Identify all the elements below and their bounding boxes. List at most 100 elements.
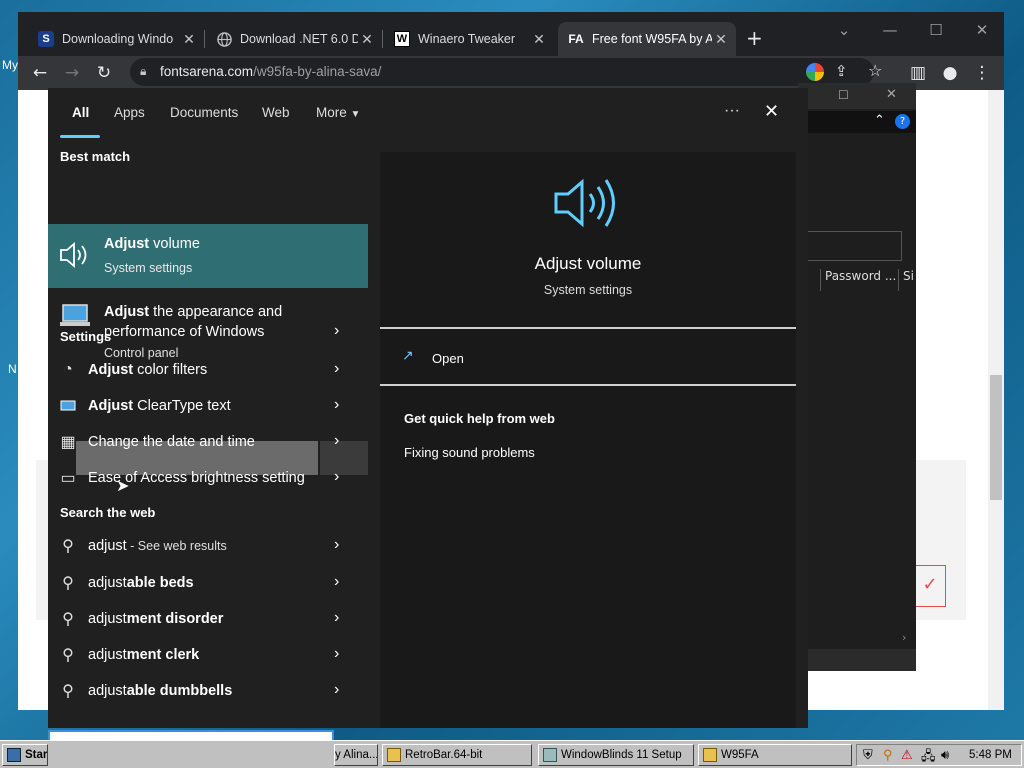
lock-icon[interactable]: 🔒︎ xyxy=(140,64,146,79)
profile-icon[interactable]: ● xyxy=(938,61,962,85)
match-bold: Adjust xyxy=(104,236,150,252)
scrollbar-thumb[interactable] xyxy=(990,375,1002,500)
tab-more-label: More xyxy=(316,105,347,120)
query-plain: adjust xyxy=(88,611,127,627)
minimize-icon[interactable]: — xyxy=(867,16,913,44)
warning-icon[interactable]: ⚠ xyxy=(901,747,913,763)
match-rest: ClearType text xyxy=(133,398,231,414)
tab-web[interactable]: Web xyxy=(262,105,290,120)
desktop-icon-label[interactable]: N xyxy=(8,362,17,376)
chevron-right-icon[interactable]: › xyxy=(334,681,339,699)
result-label: Adjust ClearType text xyxy=(88,398,231,414)
address-bar[interactable]: 🔒︎ fontsarena.com/w95fa-by-alina-sava/ ⇪… xyxy=(130,58,882,86)
network-icon[interactable]: 🖧︎ xyxy=(921,747,936,768)
clock[interactable]: 5:48 PM xyxy=(969,749,1012,761)
taskbar-item-label: W95FA xyxy=(721,749,759,761)
start-button[interactable]: Start xyxy=(2,744,48,766)
result-label: adjustable dumbbells xyxy=(88,683,232,699)
chevron-right-icon[interactable]: › xyxy=(334,322,339,340)
share-icon[interactable]: ⇪ xyxy=(835,62,848,80)
result-color-filters[interactable]: ◔ Adjust color filters › xyxy=(48,353,368,387)
more-options-icon[interactable]: ··· xyxy=(724,102,740,120)
tab-all[interactable]: All xyxy=(72,105,89,120)
chevron-right-icon[interactable]: › xyxy=(334,396,339,414)
shield-icon[interactable]: ⛨ xyxy=(863,747,873,763)
web-result[interactable]: ⚲ adjustment clerk › xyxy=(48,638,368,672)
browser-tab[interactable]: S Downloading Windo ✕ xyxy=(28,22,204,56)
search-flyout: All Apps Documents Web More ▼ ··· ✕ Best… xyxy=(48,88,808,728)
taskbar-item[interactable]: W95FA xyxy=(698,744,852,766)
magnifier-icon[interactable]: ⚲ xyxy=(883,747,893,763)
taskbar: Start y Alina... RetroBar.64-bit WindowB… xyxy=(0,740,1024,768)
web-result[interactable]: ⚲ adjustable beds › xyxy=(48,566,368,600)
desktop-icon-label[interactable]: My xyxy=(2,58,18,72)
query-bold: able beds xyxy=(126,575,194,591)
globe-icon xyxy=(216,31,232,47)
volume-icon[interactable]: 🔊︎ xyxy=(941,747,949,763)
chevron-right-icon[interactable]: › xyxy=(902,631,906,644)
site-favicon-icon: W xyxy=(394,31,410,47)
calendar-clock-icon: ▦ xyxy=(60,434,76,451)
browser-tab[interactable]: W Winaero Tweaker ✕ xyxy=(384,22,554,56)
taskbar-item[interactable]: WindowBlinds 11 Setup xyxy=(538,744,694,766)
settings-heading: Settings xyxy=(60,329,112,344)
tab-apps[interactable]: Apps xyxy=(114,105,145,120)
google-lens-icon[interactable] xyxy=(806,63,824,81)
result-brightness[interactable]: ▭ Ease of Access brightness setting › xyxy=(48,461,368,495)
bookmark-star-icon[interactable]: ☆ xyxy=(868,61,882,80)
background-search-field[interactable] xyxy=(804,231,902,261)
web-result[interactable]: ⚲ adjustable dumbbells › xyxy=(48,674,368,708)
forward-arrow-icon[interactable]: → xyxy=(60,61,84,85)
chevron-right-icon[interactable]: › xyxy=(334,468,339,486)
result-date-time[interactable]: ▦ Change the date and time › xyxy=(48,425,368,459)
taskbar-item[interactable]: y Alina... xyxy=(334,744,378,766)
maximize-icon[interactable]: ☐ xyxy=(838,88,849,102)
help-link[interactable]: Fixing sound problems xyxy=(404,445,535,460)
browser-tab[interactable]: Download .NET 6.0 D ✕ xyxy=(206,22,382,56)
close-tab-icon[interactable]: ✕ xyxy=(358,31,376,48)
preview-title: Adjust volume xyxy=(534,254,642,273)
url-text[interactable]: fontsarena.com/w95fa-by-alina-sava/ xyxy=(160,64,381,79)
chevron-right-icon[interactable]: › xyxy=(334,360,339,378)
new-tab-button[interactable]: + xyxy=(746,26,763,50)
column-header[interactable]: Si xyxy=(898,269,914,291)
chevron-right-icon[interactable]: › xyxy=(334,432,339,450)
close-tab-icon[interactable]: ✕ xyxy=(180,31,198,48)
chevron-up-icon[interactable]: ⌃ xyxy=(874,113,885,128)
side-panel-icon[interactable]: ▥ xyxy=(906,61,930,85)
browser-tab-active[interactable]: FA Free font W95FA by A ✕ xyxy=(558,22,736,56)
close-icon[interactable]: ✕ xyxy=(764,101,779,122)
result-label: Change the date and time xyxy=(88,434,255,450)
help-icon[interactable]: ? xyxy=(895,114,910,129)
result-label: Adjust color filters xyxy=(88,362,207,378)
web-result[interactable]: ⚲ adjustment disorder › xyxy=(48,602,368,636)
chevron-right-icon[interactable]: › xyxy=(334,536,339,554)
back-arrow-icon[interactable]: ← xyxy=(28,61,52,85)
reload-icon[interactable]: ↻ xyxy=(92,61,116,85)
check-badge-icon: ✓ xyxy=(914,565,946,607)
site-favicon-icon: FA xyxy=(568,32,584,46)
close-window-icon[interactable]: ✕ xyxy=(886,87,897,102)
query-plain: adjust xyxy=(88,683,127,699)
taskbar-item[interactable]: RetroBar.64-bit xyxy=(382,744,532,766)
result-cleartype[interactable]: Adjust ClearType text › xyxy=(48,389,368,423)
tab-more[interactable]: More ▼ xyxy=(316,105,360,120)
tab-title: Winaero Tweaker xyxy=(418,32,516,46)
tab-search-chevron-icon[interactable]: ⌄ xyxy=(821,16,867,44)
tab-documents[interactable]: Documents xyxy=(170,105,238,120)
installer-icon xyxy=(543,748,557,762)
tab-title: Downloading Windo xyxy=(62,32,174,46)
close-tab-icon[interactable]: ✕ xyxy=(712,31,730,48)
web-result[interactable]: ⚲ adjust - See web results › xyxy=(48,529,368,563)
best-match-result[interactable]: Adjust volume System settings xyxy=(48,224,368,288)
background-window: ☐ ✕ ⌃ ? Password ... Si › xyxy=(798,83,916,671)
close-window-icon[interactable]: ✕ xyxy=(959,16,1005,44)
close-tab-icon[interactable]: ✕ xyxy=(530,31,548,48)
chevron-right-icon[interactable]: › xyxy=(334,573,339,591)
column-header[interactable]: Password ... xyxy=(820,269,896,291)
chevron-right-icon[interactable]: › xyxy=(334,609,339,627)
open-action[interactable]: Open xyxy=(432,351,464,366)
menu-kebab-icon[interactable]: ⋮ xyxy=(970,61,994,85)
maximize-icon[interactable]: ☐ xyxy=(913,16,959,44)
chevron-right-icon[interactable]: › xyxy=(334,645,339,663)
